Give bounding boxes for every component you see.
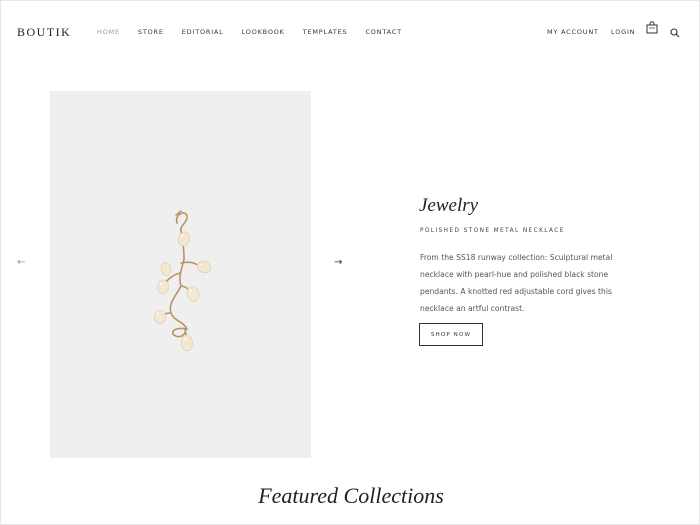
login-link[interactable]: LOGIN <box>611 28 635 36</box>
search-icon[interactable] <box>670 25 680 43</box>
slider-prev-arrow[interactable]: ← <box>17 257 25 268</box>
nav-home[interactable]: HOME <box>97 28 120 36</box>
my-account-link[interactable]: MY ACCOUNT <box>547 28 599 36</box>
featured-collections-heading: Featured Collections <box>258 483 444 508</box>
page-frame: BOUTIK HOME STORE EDITORIAL LOOKBOOK TEM… <box>0 0 700 525</box>
hero-product-image[interactable] <box>50 91 311 458</box>
site-logo[interactable]: BOUTIK <box>17 25 71 40</box>
hero-title: Jewelry <box>419 195 479 216</box>
necklace-illustration <box>154 210 212 352</box>
hero-subtitle: POLISHED STONE METAL NECKLACE <box>420 228 565 234</box>
nav-templates[interactable]: TEMPLATES <box>303 28 348 36</box>
nav-store[interactable]: STORE <box>138 28 164 36</box>
main-nav: HOME STORE EDITORIAL LOOKBOOK TEMPLATES … <box>97 28 420 36</box>
nav-contact[interactable]: CONTACT <box>365 28 401 36</box>
hero-description: From the SS18 runway collection: Sculptu… <box>420 253 613 313</box>
slider-next-arrow[interactable]: → <box>334 257 342 268</box>
nav-editorial[interactable]: EDITORIAL <box>182 28 224 36</box>
nav-lookbook[interactable]: LOOKBOOK <box>242 28 285 36</box>
shop-now-button[interactable]: SHOP NOW <box>419 323 483 346</box>
cart-icon[interactable] <box>646 21 658 39</box>
